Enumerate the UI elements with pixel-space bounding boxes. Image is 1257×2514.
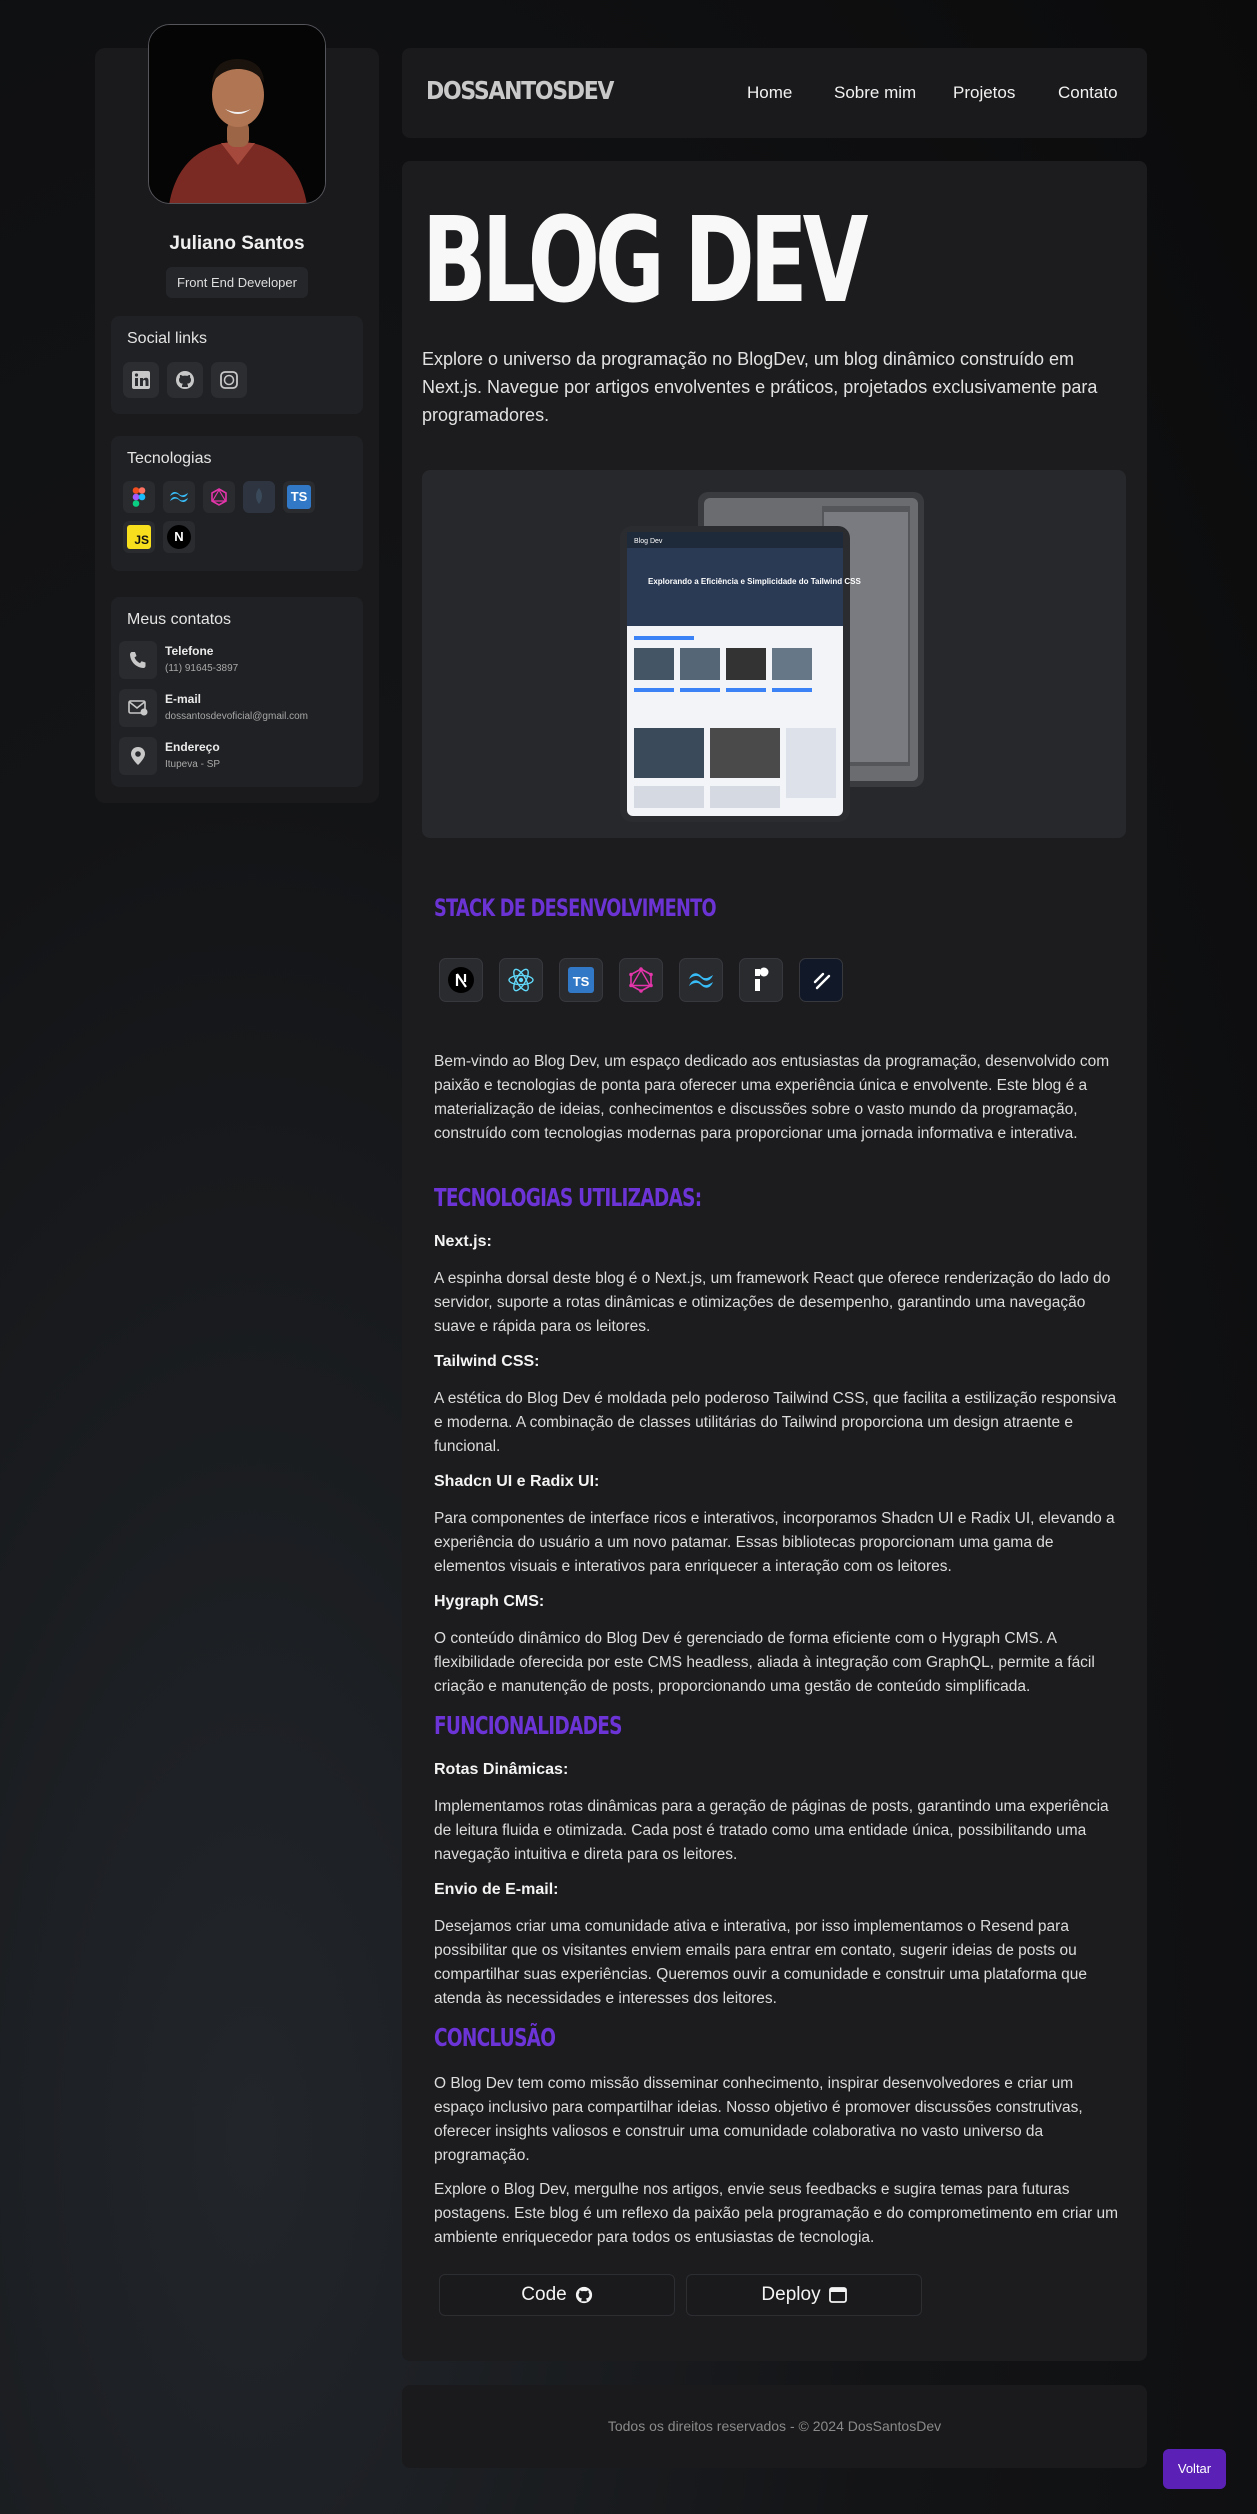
profile-role: Front End Developer <box>166 267 308 298</box>
tech-item-title: Tailwind CSS: <box>434 1353 540 1370</box>
profile-name: Juliano Santos <box>169 233 305 254</box>
typescript-icon: TS <box>559 958 603 1002</box>
social-links-panel: Social links <box>111 316 363 414</box>
mail-icon <box>119 689 157 727</box>
radix-icon <box>739 958 783 1002</box>
contact-label-email: E-mail <box>165 692 202 706</box>
mockup-headline: Explorando a Eficiência e Simplicidade d… <box>648 577 861 586</box>
deploy-button-label: Deploy <box>761 2284 821 2305</box>
whatsapp-icon[interactable] <box>211 362 247 398</box>
phone-icon <box>119 641 157 679</box>
avatar <box>148 24 326 204</box>
contact-value-phone[interactable]: (11) 91645-3897 <box>165 663 238 674</box>
tech-item-text: A espinha dorsal deste blog é o Next.js,… <box>434 1270 1111 1335</box>
deploy-button[interactable]: Deploy <box>686 2274 922 2316</box>
nav-link-home[interactable]: Home <box>747 83 792 103</box>
project-card: BLOG DEV Explore o universo da programaç… <box>402 161 1147 2361</box>
project-preview: Blog Dev Explorando a Eficiência e Simpl… <box>422 470 1126 838</box>
nextjs-icon: N <box>163 521 195 553</box>
back-button[interactable]: Voltar <box>1163 2449 1226 2489</box>
contact-value-address: Itupeva - SP <box>165 759 221 770</box>
tech-item-title: Hygraph CMS: <box>434 1593 545 1610</box>
stack-title: STACK DE DESENVOLVIMENTO <box>434 894 717 922</box>
feature-item-title: Rotas Dinâmicas: <box>434 1761 569 1778</box>
feature-item-text: Desejamos criar uma comunidade ativa e i… <box>434 1918 1088 2007</box>
figma-icon <box>123 481 155 513</box>
welcome-paragraph: Bem-vindo ao Blog Dev, um espaço dedicad… <box>434 1053 1110 1142</box>
tech-item-title: Next.js: <box>434 1233 492 1250</box>
page-title: BLOG DEV <box>422 191 868 329</box>
graphql-icon <box>203 481 235 513</box>
top-navbar: DOSSANTOSDEV Home Sobre mim Projetos Con… <box>402 48 1147 138</box>
contact-label-phone: Telefone <box>165 644 214 658</box>
javascript-icon: JS <box>123 521 155 553</box>
feature-item-text: Implementamos rotas dinâmicas para a ger… <box>434 1798 1109 1863</box>
typescript-badge: TS <box>287 485 311 509</box>
social-links-title: Social links <box>127 330 208 347</box>
nextjs-icon <box>439 958 483 1002</box>
site-logo[interactable]: DOSSANTOSDEV <box>426 76 614 105</box>
contacts-title: Meus contatos <box>127 611 232 628</box>
react-icon <box>499 958 543 1002</box>
mongodb-icon <box>243 481 275 513</box>
graphql-icon <box>619 958 663 1002</box>
tech-title: Tecnologias <box>127 450 212 467</box>
code-button-label: Code <box>521 2284 567 2305</box>
project-intro: Explore o universo da programação no Blo… <box>422 349 1098 425</box>
conclusion-paragraph: O Blog Dev tem como missão disseminar co… <box>434 2075 1083 2164</box>
feature-item-title: Envio de E-mail: <box>434 1881 559 1898</box>
nav-link-sobre-mim[interactable]: Sobre mim <box>834 83 916 103</box>
conclusion-section-title: CONCLUSÃO <box>434 2023 556 2052</box>
location-icon <box>119 737 157 775</box>
tech-item-text: Para componentes de interface ricos e in… <box>434 1510 1115 1575</box>
device-mockup-image: Blog Dev Explorando a Eficiência e Simpl… <box>620 492 924 822</box>
nav-link-contato[interactable]: Contato <box>1058 83 1118 103</box>
code-button[interactable]: Code <box>439 2274 675 2316</box>
features-section-title: FUNCIONALIDADES <box>434 1711 622 1740</box>
conclusion-paragraph: Explore o Blog Dev, mergulhe nos artigos… <box>434 2181 1119 2246</box>
tailwind-icon <box>679 958 723 1002</box>
contact-label-address: Endereço <box>165 740 220 754</box>
mockup-brand: Blog Dev <box>634 538 663 545</box>
tailwind-icon <box>163 481 195 513</box>
github-icon <box>575 2286 592 2304</box>
nextjs-badge: N <box>167 525 191 549</box>
tech-item-text: A estética do Blog Dev é moldada pelo po… <box>434 1390 1117 1455</box>
shadcn-icon <box>799 958 843 1002</box>
github-icon[interactable] <box>167 362 203 398</box>
contacts-panel: Meus contatos Telefone (11) 91645-3897 E… <box>111 597 363 787</box>
svg-text:TS: TS <box>573 974 590 989</box>
browser-window-icon <box>828 2287 847 2303</box>
footer: Todos os direitos reservados - © 2024 Do… <box>402 2385 1147 2468</box>
nav-link-projetos[interactable]: Projetos <box>953 83 1015 103</box>
tech-item-text: O conteúdo dinâmico do Blog Dev é gerenc… <box>434 1630 1095 1695</box>
contact-value-email[interactable]: dossantosdevoficial@gmail.com <box>165 711 308 722</box>
tech-item-title: Shadcn UI e Radix UI: <box>434 1473 600 1490</box>
linkedin-icon[interactable] <box>123 362 159 398</box>
javascript-badge: JS <box>127 525 151 549</box>
tech-section-title: TECNOLOGIAS UTILIZADAS: <box>434 1183 702 1212</box>
typescript-icon: TS <box>283 481 315 513</box>
tech-panel: Tecnologias TS JS N <box>111 436 363 571</box>
